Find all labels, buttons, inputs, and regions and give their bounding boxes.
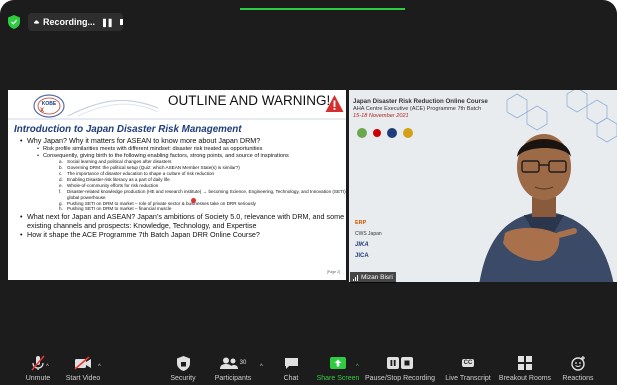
microphone-muted-icon bbox=[31, 355, 45, 371]
bullet-item: Why Japan? Why it matters for ASEAN to k… bbox=[20, 136, 346, 213]
share-screen-icon bbox=[330, 357, 346, 369]
partner-logo-icon bbox=[387, 128, 397, 138]
slide-header-title: OUTLINE AND WARNING! bbox=[168, 93, 331, 108]
share-screen-label: Share Screen bbox=[316, 375, 360, 382]
live-transcript-button[interactable]: CC Live Transcript bbox=[440, 355, 496, 385]
bullet-text: Why Japan? Why it matters for ASEAN to k… bbox=[27, 136, 261, 145]
numbered-item-label: f. bbox=[59, 188, 62, 194]
sub-bullet-item: Consequently, giving birth to the follow… bbox=[37, 153, 346, 213]
partner-logo-icon bbox=[357, 128, 367, 138]
participants-icon bbox=[219, 357, 238, 369]
stop-icon bbox=[401, 357, 413, 369]
sponsor-logo: JICA bbox=[355, 253, 369, 259]
pause-stop-recording-label: Pause/Stop Recording bbox=[364, 375, 436, 382]
kobe-university-logo: KOBE X bbox=[33, 94, 65, 118]
warning-icon bbox=[325, 95, 344, 112]
slide-bullet-list: Why Japan? Why it matters for ASEAN to k… bbox=[20, 136, 346, 240]
recording-cloud-icon bbox=[34, 20, 40, 24]
live-transcript-label: Live Transcript bbox=[445, 375, 491, 382]
bullet-item: What next for Japan and ASEAN? Japan’s a… bbox=[20, 211, 346, 231]
bullet-text: How it shape the ACE Programme 7th Batch… bbox=[27, 229, 260, 239]
share-screen-button[interactable]: Share Screen bbox=[314, 355, 362, 385]
svg-text:X: X bbox=[40, 108, 44, 114]
breakout-rooms-icon bbox=[518, 356, 532, 370]
screen-share-indicator bbox=[240, 8, 405, 10]
security-label: Security bbox=[170, 375, 196, 382]
participants-options-caret-icon[interactable]: ^ bbox=[260, 364, 263, 370]
participant-video-tile[interactable]: Japan Disaster Risk Reduction Online Cou… bbox=[349, 90, 617, 282]
japan-flag-icon bbox=[373, 129, 381, 137]
pause-icon bbox=[387, 357, 399, 369]
sponsor-logo: CWS Japan bbox=[355, 231, 382, 237]
start-video-label: Start Video bbox=[65, 375, 101, 382]
pause-recording-button[interactable]: ❚❚ bbox=[101, 18, 113, 27]
participant-name-tag: Mizan Bisri bbox=[350, 272, 396, 283]
recording-indicator: Recording... ❚❚ bbox=[28, 13, 123, 31]
course-subtitle: AHA Centre Executive (ACE) Programme 7th… bbox=[353, 106, 482, 112]
numbered-item: f. Disaster-related knowledge production … bbox=[59, 189, 346, 201]
sub-bullet-text: Risk profile similarities meets with dif… bbox=[43, 145, 263, 152]
kobe-logo-text: KOBE bbox=[42, 101, 57, 107]
video-options-caret-icon[interactable]: ^ bbox=[98, 364, 101, 370]
shared-screen-slide: KOBE X OUTLINE AND WARNING! Introduction… bbox=[8, 90, 346, 280]
participants-count: 30 bbox=[239, 360, 247, 366]
partner-logo-icon bbox=[403, 128, 413, 138]
chat-label: Chat bbox=[283, 375, 299, 382]
security-button[interactable]: Security bbox=[165, 355, 201, 385]
shield-icon[interactable] bbox=[8, 15, 20, 29]
reactions-label: Reactions bbox=[562, 375, 594, 382]
sponsor-logo: JIKA bbox=[355, 242, 369, 248]
slide-header: KOBE X OUTLINE AND WARNING! bbox=[8, 90, 346, 120]
signal-strength-icon bbox=[353, 274, 358, 281]
share-options-caret-icon[interactable]: ^ bbox=[356, 364, 359, 370]
sponsor-logo: ERP bbox=[355, 220, 367, 226]
laser-pointer bbox=[191, 198, 196, 203]
sub-bullet-text: Consequently, giving birth to the follow… bbox=[43, 152, 289, 159]
participants-button[interactable]: 30 Participants bbox=[205, 355, 261, 385]
sponsor-logos: ERP CWS Japan JIKA JICA bbox=[355, 220, 397, 259]
slide-page-number: [Page 2] bbox=[326, 270, 340, 274]
security-shield-icon bbox=[176, 355, 190, 371]
breakout-rooms-button[interactable]: Breakout Rooms bbox=[497, 355, 553, 385]
zoom-meeting-window: Recording... ❚❚ KOBE X OUTLINE AND WARNI… bbox=[0, 0, 617, 385]
stop-recording-button[interactable] bbox=[120, 19, 123, 25]
speaker-video-image bbox=[479, 134, 614, 282]
participant-name: Mizan Bisri bbox=[361, 274, 393, 281]
reactions-button[interactable]: Reactions bbox=[557, 355, 599, 385]
slide-title: Introduction to Japan Disaster Risk Mana… bbox=[14, 124, 242, 135]
pause-stop-recording-button[interactable]: Pause/Stop Recording bbox=[362, 355, 438, 385]
sub-bullet-item: Risk profile similarities meets with dif… bbox=[37, 146, 346, 153]
start-video-button[interactable]: Start Video bbox=[58, 355, 108, 385]
partner-logo-row bbox=[357, 128, 413, 138]
recording-label: Recording... bbox=[43, 17, 96, 27]
chat-button[interactable]: Chat bbox=[278, 355, 304, 385]
course-date: 15-18 November 2021 bbox=[353, 113, 409, 119]
audio-options-caret-icon[interactable]: ^ bbox=[46, 364, 49, 370]
bullet-item: How it shape the ACE Programme 7th Batch… bbox=[20, 229, 346, 240]
closed-captions-icon: CC bbox=[461, 359, 475, 367]
bullet-text: What next for Japan and ASEAN? Japan’s a… bbox=[27, 211, 345, 230]
video-camera-off-icon bbox=[74, 356, 91, 370]
numbered-item-text: Disaster-related knowledge production (H… bbox=[67, 188, 346, 200]
unmute-label: Unmute bbox=[25, 375, 51, 382]
breakout-rooms-label: Breakout Rooms bbox=[498, 375, 552, 382]
reactions-smiley-icon bbox=[570, 355, 585, 371]
unmute-button[interactable]: Unmute bbox=[18, 355, 58, 385]
chat-bubble-icon bbox=[284, 357, 298, 369]
course-title: Japan Disaster Risk Reduction Online Cou… bbox=[353, 98, 488, 105]
participants-label: Participants bbox=[214, 375, 252, 382]
